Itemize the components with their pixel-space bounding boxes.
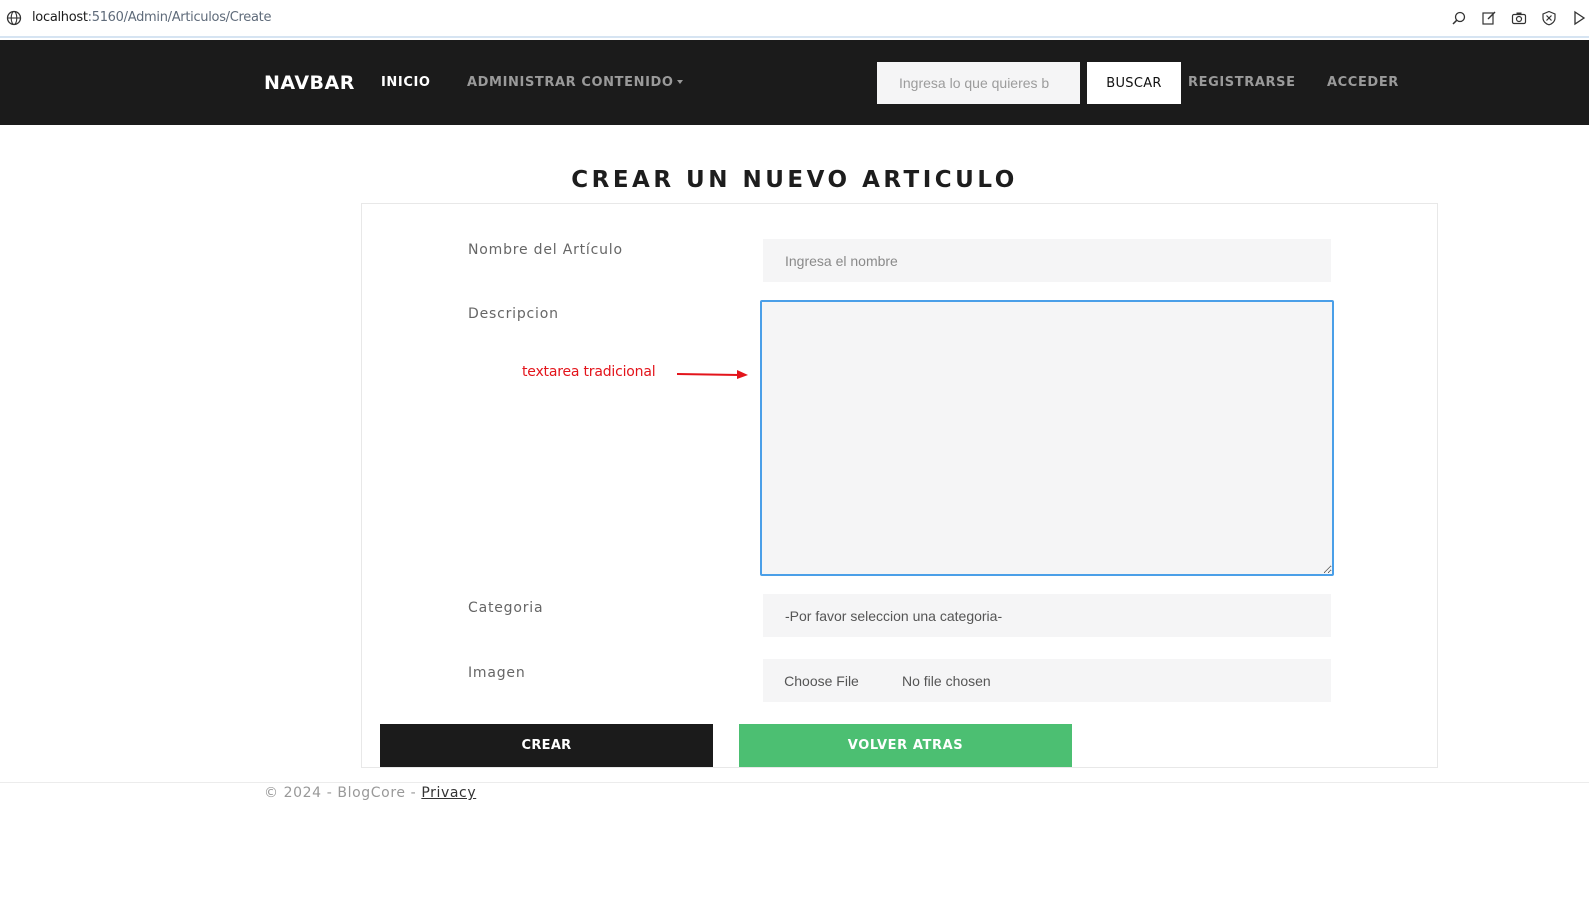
caret-down-icon (676, 80, 683, 84)
privacy-link[interactable]: Privacy (421, 785, 476, 801)
browser-address-bar: localhost:5160/Admin/Articulos/Create (0, 0, 1589, 38)
category-select[interactable]: -Por favor seleccion una categoria- (763, 594, 1331, 637)
footer-copyright: © 2024 - BlogCore - (264, 785, 422, 801)
name-label: Nombre del Artículo (468, 242, 623, 258)
back-button[interactable]: VOLVER ATRAS (739, 724, 1072, 767)
nav-admin-label: ADMINISTRAR CONTENIDO (467, 75, 674, 90)
camera-icon[interactable] (1509, 9, 1529, 27)
article-name-input[interactable] (763, 239, 1331, 282)
file-status: No file chosen (902, 672, 991, 689)
category-selected-value: -Por favor seleccion una categoria- (785, 607, 1003, 624)
description-textarea[interactable] (760, 300, 1334, 576)
url-host: localhost (32, 10, 88, 25)
url-field[interactable]: localhost:5160/Admin/Articulos/Create (32, 10, 271, 25)
edit-icon[interactable] (1479, 9, 1499, 27)
search-input[interactable] (877, 62, 1080, 104)
annotation-text: textarea tradicional (522, 364, 656, 380)
nav-register[interactable]: REGISTRARSE (1188, 75, 1296, 90)
nav-inicio[interactable]: INICIO (381, 75, 431, 90)
shield-icon[interactable] (1539, 9, 1559, 27)
choose-file-button[interactable]: Choose File (763, 659, 880, 702)
nav-admin-dropdown[interactable]: ADMINISTRAR CONTENIDO (467, 75, 683, 90)
globe-icon (6, 10, 22, 26)
create-button[interactable]: CREAR (380, 724, 713, 767)
zoom-icon[interactable] (1449, 9, 1469, 27)
nav-login[interactable]: ACCEDER (1327, 75, 1399, 90)
image-file-input[interactable]: Choose File No file chosen (763, 659, 1331, 702)
url-path: :5160/Admin/Articulos/Create (87, 10, 272, 25)
page-title: CREAR UN NUEVO ARTICULO (571, 167, 1018, 193)
navbar-brand[interactable]: NAVBAR (264, 72, 355, 94)
image-label: Imagen (468, 665, 526, 681)
search-button[interactable]: BUSCAR (1087, 62, 1181, 104)
category-label: Categoria (468, 600, 544, 616)
top-navbar: NAVBAR INICIO ADMINISTRAR CONTENIDO BUSC… (0, 40, 1589, 125)
annotation-arrow-icon (677, 370, 748, 379)
footer-divider (0, 782, 1589, 783)
footer: © 2024 - BlogCore - Privacy (264, 785, 476, 801)
play-icon[interactable] (1569, 9, 1589, 27)
description-label: Descripcion (468, 306, 559, 322)
